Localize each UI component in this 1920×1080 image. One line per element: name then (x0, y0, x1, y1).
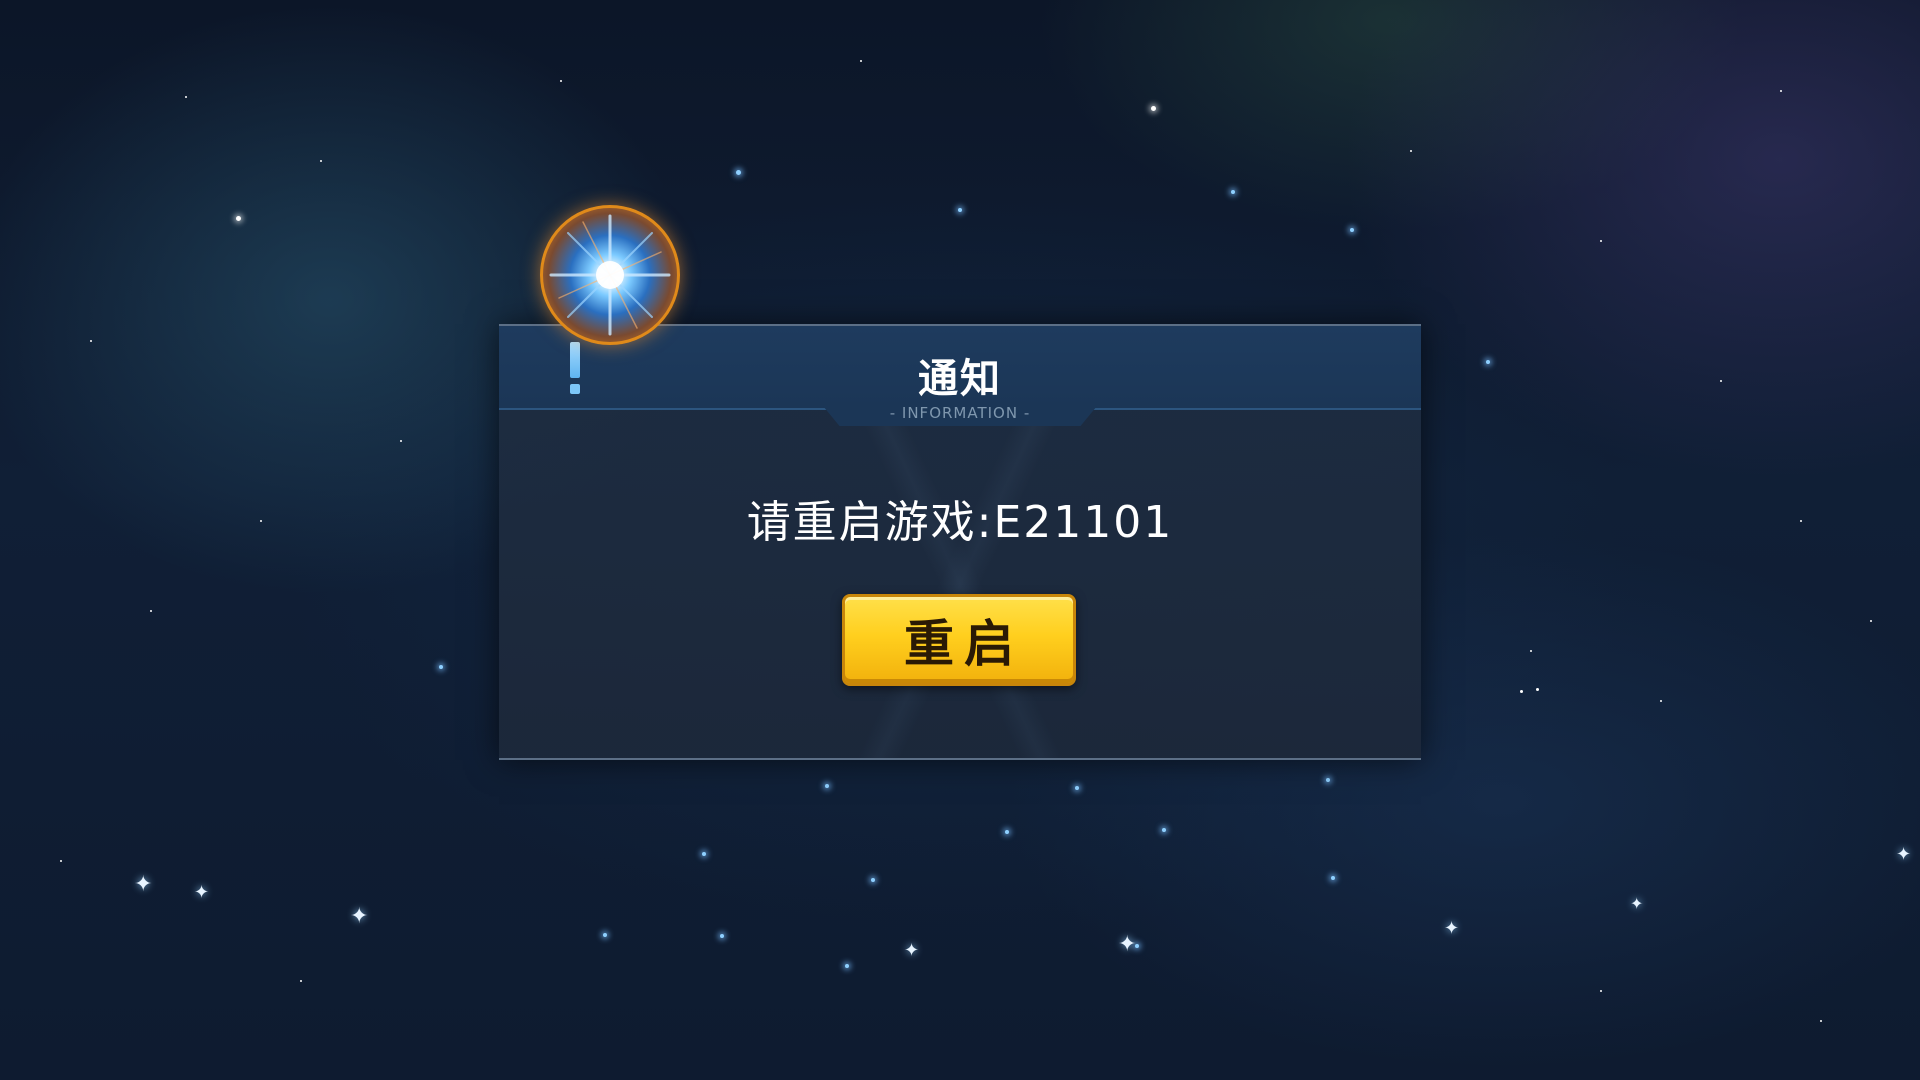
star (1600, 240, 1602, 242)
star (1820, 1020, 1822, 1022)
star (1162, 828, 1166, 832)
star (720, 934, 724, 938)
sparkle: ✦ (1630, 894, 1644, 913)
star (1660, 700, 1662, 702)
star (1486, 360, 1490, 364)
star (1600, 990, 1602, 992)
error-message: 请重启游戏:E21101 (746, 497, 1174, 548)
star (1530, 650, 1532, 652)
star (845, 964, 849, 968)
star (1231, 190, 1235, 194)
star (150, 610, 152, 612)
dialog-pattern (499, 410, 1421, 758)
sparkle: ✦ (1896, 844, 1912, 865)
sparkle: ✦ (194, 882, 210, 903)
star (1326, 778, 1330, 782)
dialog-subtitle: - INFORMATION - (889, 404, 1031, 422)
star (1800, 520, 1802, 522)
star (300, 980, 302, 982)
star (185, 96, 187, 98)
star (320, 160, 322, 162)
star (90, 340, 92, 342)
star (236, 216, 241, 221)
star (1151, 106, 1156, 111)
star (860, 60, 862, 62)
star (871, 878, 875, 882)
star (1536, 688, 1539, 691)
sparkle: ✦ (904, 940, 920, 961)
star (1720, 380, 1722, 382)
star (1410, 150, 1412, 152)
star (702, 852, 706, 856)
star (1350, 228, 1354, 232)
star (439, 665, 443, 669)
sparkle: ✦ (1118, 932, 1137, 957)
star (560, 80, 562, 82)
star (603, 933, 607, 937)
dialog-title: 通知 (918, 356, 1002, 402)
sparkle: ✦ (1444, 918, 1460, 939)
star (958, 208, 962, 212)
star (1780, 90, 1782, 92)
star (1520, 690, 1523, 693)
star (60, 860, 62, 862)
star (1331, 876, 1335, 880)
starburst-emblem-icon (540, 205, 680, 345)
notification-dialog: 通知 - INFORMATION - 请重启游戏:E21101 重启 (499, 324, 1421, 760)
sparkle: ✦ (134, 872, 153, 897)
space-background: ✦ ✦ ✦ ✦ ✦ ✦ ✦ ✦ 通知 - INFORMATION - 请重启游戏… (0, 0, 1920, 1080)
restart-button[interactable]: 重启 (842, 594, 1076, 686)
star (1005, 830, 1009, 834)
restart-button-label: 重启 (904, 615, 1024, 673)
star (260, 520, 262, 522)
sparkle: ✦ (350, 904, 369, 929)
star (400, 440, 402, 442)
star (825, 784, 829, 788)
star (1075, 786, 1079, 790)
star (736, 170, 741, 175)
star (1870, 620, 1872, 622)
